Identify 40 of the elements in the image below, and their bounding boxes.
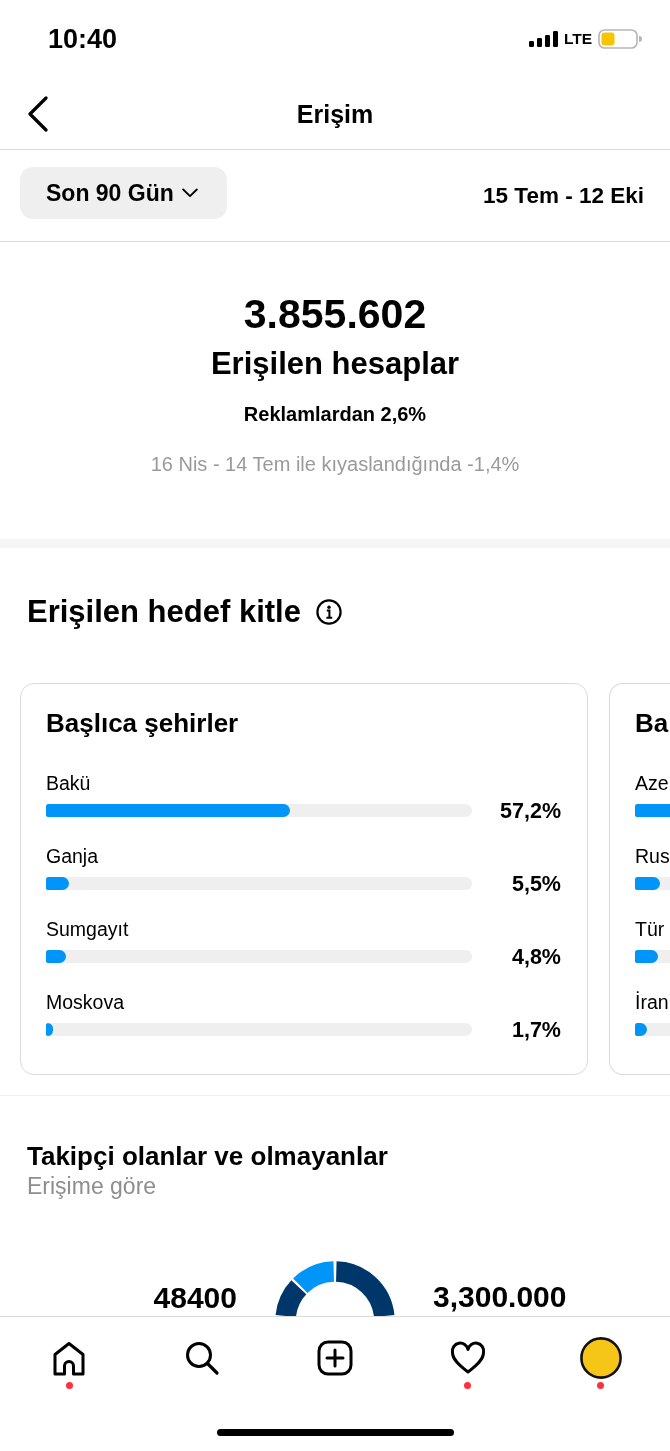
search-icon [184,1340,221,1376]
date-range: 15 Tem - 12 Eki [483,181,644,210]
signal-icon [528,31,558,47]
profile-tab[interactable] [578,1336,623,1380]
percent-value: 5,5% [512,871,561,896]
count-value: 3,300.000 [433,1280,567,1314]
location-name: Aze [635,771,670,795]
reach-label: Erişilen hesaplar [210,345,460,383]
info-icon[interactable] [315,599,342,625]
chevron-left-icon [27,95,49,132]
reach-count: 3.855.602 [243,290,427,338]
section-subtitle: Erişime göre [27,1173,158,1199]
percent-value: 57,2% [500,798,561,823]
status-time: 10:40 [48,23,118,55]
period-dropdown[interactable]: Son 90 Gün [20,167,227,219]
ads-share: Reklamlardan 2,6% [243,402,427,426]
location-name: Moskova [46,990,126,1014]
plus-square-icon [317,1340,353,1376]
section-title: Erişilen hedef kitle [27,593,301,631]
back-button[interactable] [26,95,50,132]
comparison-text: 16 Nis - 14 Tem ile kıyaslandığında -1,4% [150,452,520,476]
battery-icon [598,29,642,49]
card-title: Ba [635,707,670,739]
location-name: Tür [635,917,666,941]
percent-value: 4,8% [512,944,561,969]
location-name: Sumgayıt [46,917,130,941]
card-title: Başlıca şehirler [46,707,240,739]
chevron-down-icon [181,188,198,198]
section-title: Takipçi olanlar ve olmayanlar [27,1141,389,1171]
location-name: Bakü [46,771,92,795]
page-title: Erişim [296,98,374,129]
count-value: 48400 [153,1281,237,1315]
location-name: İran [635,990,670,1014]
percent-value: 1,7% [512,1017,561,1042]
location-name: Rus [635,844,670,868]
avatar-icon [579,1337,622,1379]
heart-icon [449,1340,486,1376]
location-name: Ganja [46,844,100,868]
home-icon [51,1340,88,1376]
network-label: LTE [563,30,592,48]
